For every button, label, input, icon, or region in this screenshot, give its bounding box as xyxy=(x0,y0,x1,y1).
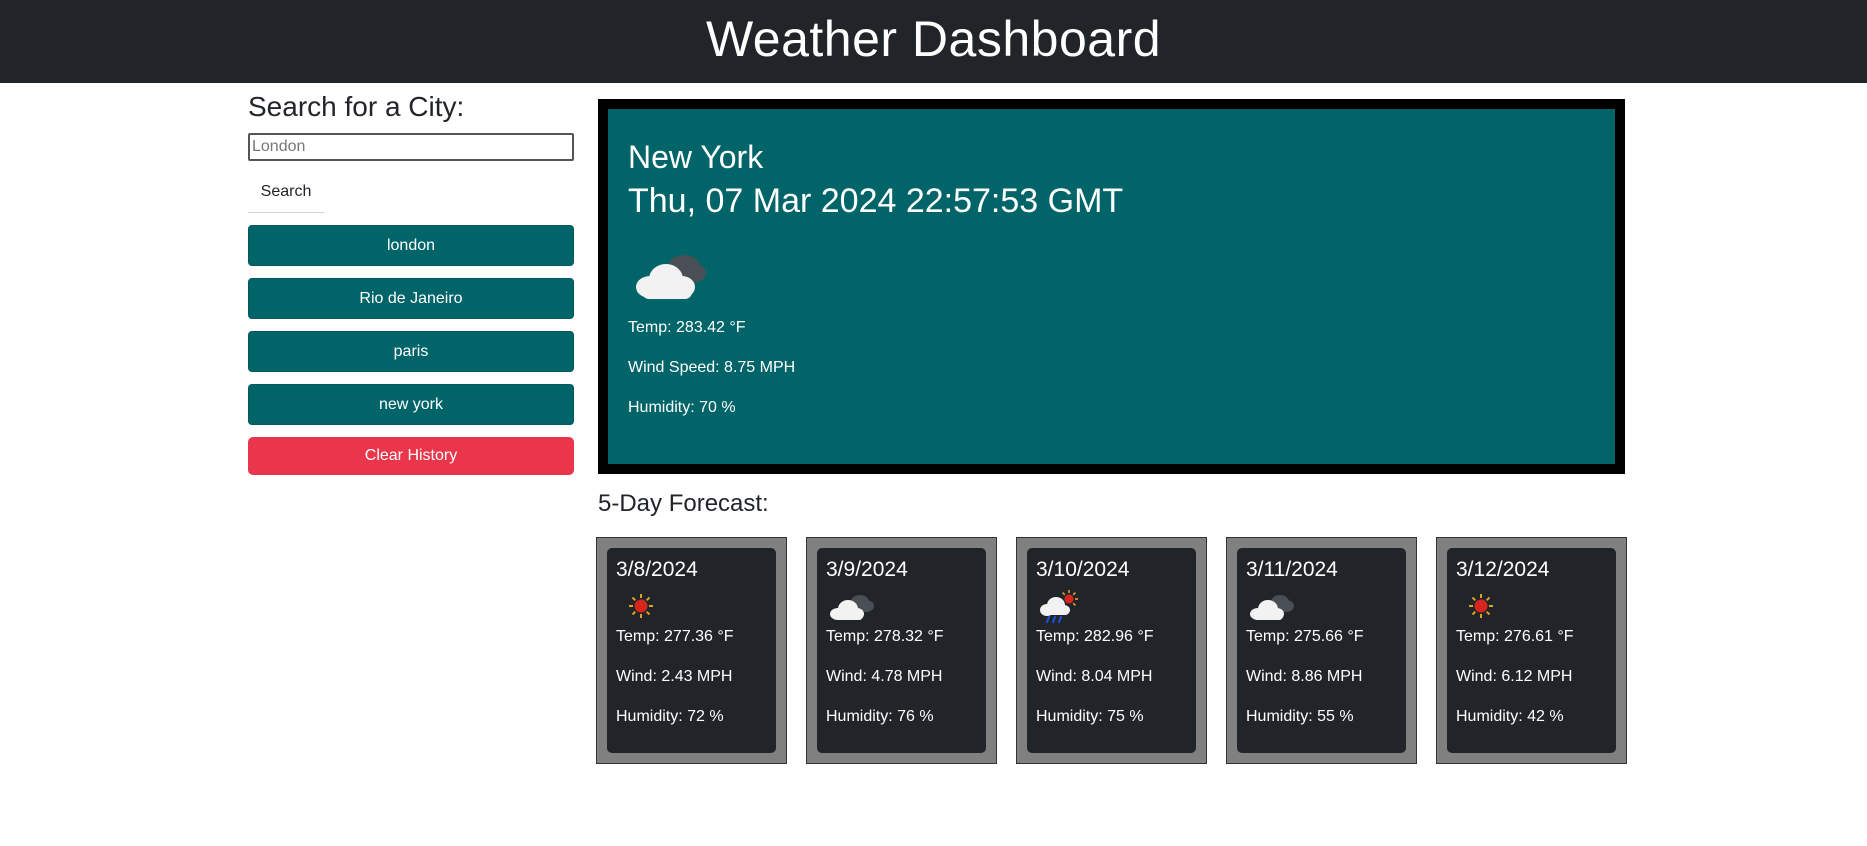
forecast-card-body: 3/9/2024 Temp: 278.32 °F Wind: 4.78 MPH … xyxy=(817,548,986,753)
forecast-wind: Wind: 4.78 MPH xyxy=(826,668,943,685)
forecast-card-body: 3/10/2024 Temp: 282.96 °F Wind: 8.04 MPH… xyxy=(1027,548,1196,753)
current-weather-card: New York Thu, 07 Mar 2024 22:57:53 GMT T… xyxy=(608,109,1615,464)
forecast-card: 3/9/2024 Temp: 278.32 °F Wind: 4.78 MPH … xyxy=(806,537,997,764)
forecast-date: 3/12/2024 xyxy=(1456,558,1550,581)
forecast-heading: 5-Day Forecast: xyxy=(598,490,769,517)
current-date: Thu, 07 Mar 2024 22:57:53 GMT xyxy=(628,182,1124,220)
forecast-humidity: Humidity: 72 % xyxy=(616,708,724,725)
history-item-new-york[interactable]: new york xyxy=(248,384,574,425)
search-history-list: london Rio de Janeiro paris new york xyxy=(248,225,574,425)
forecast-card: 3/8/2024 Temp: 277.36 °F Wind: 2.43 MPH … xyxy=(596,537,787,764)
forecast-card: 3/11/2024 Temp: 275.66 °F Wind: 8.86 MPH… xyxy=(1226,537,1417,764)
forecast-temp: Temp: 282.96 °F xyxy=(1036,628,1154,645)
forecast-card: 3/12/2024 Temp: 276.61 °F Wind: 6.12 MPH… xyxy=(1436,537,1627,764)
forecast-wind: Wind: 8.86 MPH xyxy=(1246,668,1363,685)
forecast-wind: Wind: 8.04 MPH xyxy=(1036,668,1153,685)
history-item-paris[interactable]: paris xyxy=(248,331,574,372)
clear-history-button[interactable]: Clear History xyxy=(248,437,574,475)
forecast-temp: Temp: 277.36 °F xyxy=(616,628,734,645)
forecast-temp: Temp: 276.61 °F xyxy=(1456,628,1574,645)
forecast-card: 3/10/2024 Temp: 282.96 °F Wind: 8.04 MPH… xyxy=(1016,537,1207,764)
search-heading: Search for a City: xyxy=(248,91,465,122)
history-item-rio-de-janeiro[interactable]: Rio de Janeiro xyxy=(248,278,574,319)
forecast-humidity: Humidity: 55 % xyxy=(1246,708,1354,725)
current-humidity: Humidity: 70 % xyxy=(628,399,736,416)
sun-icon xyxy=(616,588,666,624)
forecast-date: 3/11/2024 xyxy=(1246,558,1338,581)
search-button[interactable]: Search xyxy=(248,171,324,213)
cloudy-icon xyxy=(1246,588,1296,624)
search-sidebar: Search for a City: Search london Rio de … xyxy=(248,83,574,475)
current-wind: Wind Speed: 8.75 MPH xyxy=(628,359,796,376)
forecast-wind: Wind: 2.43 MPH xyxy=(616,668,733,685)
history-item-london[interactable]: london xyxy=(248,225,574,266)
forecast-date: 3/9/2024 xyxy=(826,558,908,581)
cloudy-icon xyxy=(628,243,712,303)
city-search-input[interactable] xyxy=(248,133,574,161)
current-city-name: New York xyxy=(628,139,764,175)
forecast-card-body: 3/12/2024 Temp: 276.61 °F Wind: 6.12 MPH… xyxy=(1447,548,1616,753)
forecast-list: 3/8/2024 Temp: 277.36 °F Wind: 2.43 MPH … xyxy=(596,537,1627,764)
page-title: Weather Dashboard xyxy=(705,10,1162,67)
current-temp: Temp: 283.42 °F xyxy=(628,319,746,336)
forecast-card-body: 3/8/2024 Temp: 277.36 °F Wind: 2.43 MPH … xyxy=(607,548,776,753)
current-weather-panel: New York Thu, 07 Mar 2024 22:57:53 GMT T… xyxy=(598,99,1625,474)
forecast-temp: Temp: 275.66 °F xyxy=(1246,628,1364,645)
forecast-temp: Temp: 278.32 °F xyxy=(826,628,944,645)
forecast-wind: Wind: 6.12 MPH xyxy=(1456,668,1573,685)
forecast-date: 3/10/2024 xyxy=(1036,558,1130,581)
app-header: Weather Dashboard xyxy=(0,0,1867,83)
sun-icon xyxy=(1456,588,1506,624)
forecast-card-body: 3/11/2024 Temp: 275.66 °F Wind: 8.86 MPH… xyxy=(1237,548,1406,753)
rain-sun-icon xyxy=(1036,588,1086,624)
forecast-humidity: Humidity: 42 % xyxy=(1456,708,1564,725)
forecast-date: 3/8/2024 xyxy=(616,558,698,581)
cloudy-icon xyxy=(826,588,876,624)
forecast-humidity: Humidity: 76 % xyxy=(826,708,934,725)
forecast-humidity: Humidity: 75 % xyxy=(1036,708,1144,725)
